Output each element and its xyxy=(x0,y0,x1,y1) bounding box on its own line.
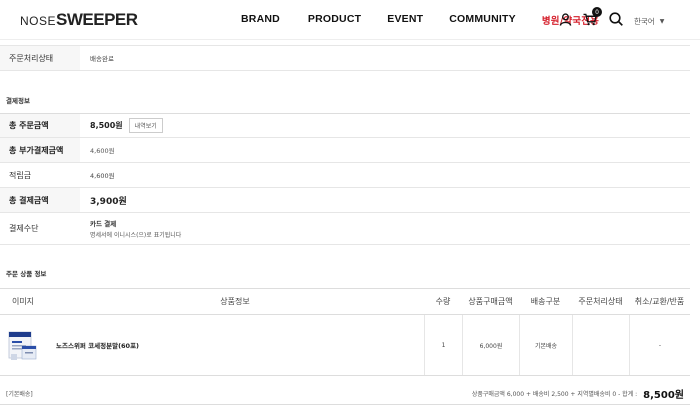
view-details-button[interactable]: 내역보기 xyxy=(128,118,163,133)
user-icon[interactable] xyxy=(556,10,574,28)
col-shipping: 배송구분 xyxy=(530,297,561,306)
table-row: 노즈스위퍼 코세정분말(60포) 1 6,000원 기본배송 - xyxy=(0,315,690,376)
total-paid-row: 총 결제금액 3,900원 xyxy=(0,188,690,213)
logo-text-sweeper: SWEEPER xyxy=(56,10,138,29)
payment-method-row: 결제수단 카드 결제 명세서에 이니시스(으)로 표기됩니다 xyxy=(0,213,690,245)
order-total-value: 8,500원 xyxy=(643,389,684,401)
payment-method-cell: 카드 결제 명세서에 이니시스(으)로 표기됩니다 xyxy=(80,213,690,244)
nav-brand[interactable]: BRAND xyxy=(241,13,280,27)
product-status xyxy=(572,315,629,375)
payment-section-title: 결제정보 xyxy=(6,97,30,105)
cart-icon[interactable]: 0 xyxy=(581,7,602,28)
language-label: 한국어 xyxy=(634,17,655,26)
order-footer: [기본배송] 상품구매금액 6,000 + 배송비 2,500 + 지역별배송비… xyxy=(0,382,690,404)
additional-payment-value: 4,600원 xyxy=(90,147,115,155)
total-order-label: 총 주문금액 xyxy=(0,114,80,137)
product-qty: 1 xyxy=(424,315,462,375)
points-label: 적립금 xyxy=(0,163,80,187)
total-paid-value: 3,900원 xyxy=(90,196,127,207)
col-quantity: 수량 xyxy=(435,297,451,306)
additional-payment-label: 총 부가결제금액 xyxy=(0,138,80,162)
col-cancel-exchange: 취소/교환/반품 xyxy=(634,297,685,306)
total-order-row: 총 주문금액 8,500원 내역보기 xyxy=(0,113,690,138)
payment-method-label: 결제수단 xyxy=(0,213,80,244)
shipping-type-label: [기본배송] xyxy=(6,390,33,398)
site-header: NOSE SWEEPER BRAND PRODUCT EVENT COMMUNI… xyxy=(0,0,700,40)
payment-method-type: 카드 결제 xyxy=(90,220,117,228)
total-order-value: 8,500원 xyxy=(90,121,123,130)
order-status-label: 주문처리상태 xyxy=(0,46,80,70)
site-logo[interactable]: NOSE SWEEPER xyxy=(20,10,138,30)
order-status-value: 배송완료 xyxy=(90,55,114,63)
col-price: 상품구매금액 xyxy=(468,297,513,306)
footer-divider xyxy=(0,404,690,405)
language-selector[interactable]: 한국어 ▼ xyxy=(634,16,664,27)
total-order-cell: 8,500원 내역보기 xyxy=(80,114,690,137)
total-paid-label: 총 결제금액 xyxy=(0,188,80,212)
product-name[interactable]: 노즈스위퍼 코세정분말(60포) xyxy=(46,315,424,375)
col-order-status: 주문처리상태 xyxy=(578,297,623,306)
nav-community[interactable]: COMMUNITY xyxy=(449,13,516,27)
order-summary-text: 상품구매금액 6,000 + 배송비 2,500 + 지역별배송비 0 - 합계… xyxy=(471,390,638,398)
search-icon[interactable] xyxy=(607,10,625,28)
order-summary: 상품구매금액 6,000 + 배송비 2,500 + 지역별배송비 0 - 합계… xyxy=(472,386,684,401)
products-section-title: 주문 상품 정보 xyxy=(6,270,47,278)
product-cancel: - xyxy=(629,315,690,375)
order-status-row: 주문처리상태 배송완료 xyxy=(0,45,690,71)
additional-payment-row: 총 부가결제금액 4,600원 xyxy=(0,138,690,163)
nav-product[interactable]: PRODUCT xyxy=(308,13,361,27)
points-value: 4,600원 xyxy=(90,172,115,180)
col-image: 이미지 xyxy=(11,297,35,306)
cart-count-badge: 0 xyxy=(592,7,602,17)
logo-text-nose: NOSE xyxy=(20,14,57,28)
main-nav: BRAND PRODUCT EVENT COMMUNITY 병원/약국전용 xyxy=(241,13,599,27)
product-image xyxy=(8,328,38,362)
points-row: 적립금 4,600원 xyxy=(0,163,690,188)
caret-down-icon: ▼ xyxy=(659,18,665,25)
product-price: 6,000원 xyxy=(462,315,519,375)
header-icons: 0 xyxy=(556,7,625,28)
product-shipping: 기본배송 xyxy=(519,315,572,375)
col-product-info: 상품정보 xyxy=(220,297,250,306)
product-thumbnail[interactable] xyxy=(0,315,46,375)
products-table-header: 이미지 상품정보 수량 상품구매금액 배송구분 주문처리상태 취소/교환/반품 xyxy=(0,288,690,315)
nav-event[interactable]: EVENT xyxy=(387,13,423,27)
payment-method-note: 명세서에 이니시스(으)로 표기됩니다 xyxy=(90,232,182,239)
